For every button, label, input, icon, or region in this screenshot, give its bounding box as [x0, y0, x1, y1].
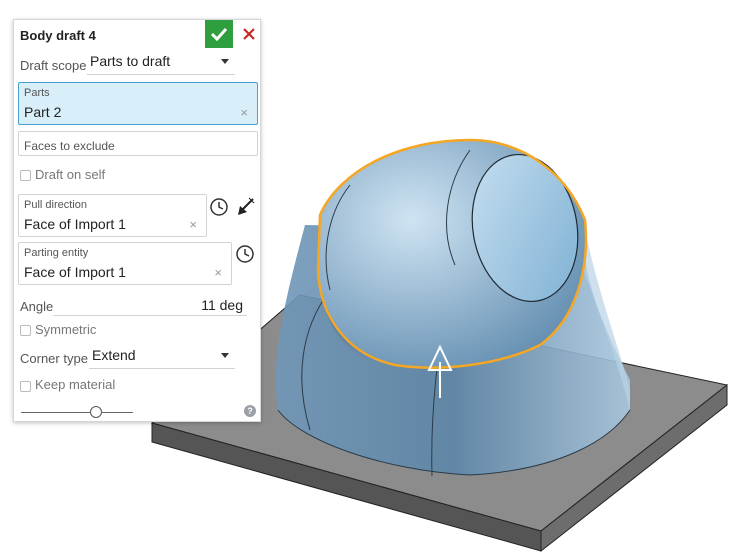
corner-type-select[interactable]: Extend [89, 347, 235, 369]
chevron-down-icon [221, 353, 229, 358]
close-icon [243, 28, 255, 40]
parting-entity-field[interactable]: Parting entity Face of Import 1 × [18, 242, 232, 285]
pull-direction-label: Pull direction [24, 199, 87, 211]
parting-entity-value: Face of Import 1 [24, 264, 126, 280]
accept-button[interactable] [205, 20, 233, 48]
parting-entity-label: Parting entity [24, 247, 89, 259]
angle-label: Angle [20, 299, 54, 314]
parting-entity-clear-icon[interactable]: × [214, 266, 222, 279]
faces-to-exclude-placeholder: Faces to exclude [24, 139, 115, 153]
parts-value: Part 2 [24, 104, 62, 120]
symmetric-checkbox[interactable] [20, 325, 31, 336]
keep-material-checkbox[interactable] [20, 381, 31, 392]
parts-field[interactable]: Parts Part 2 × [18, 82, 258, 125]
pull-direction-clear-icon[interactable]: × [189, 218, 197, 231]
pull-direction-field[interactable]: Pull direction Face of Import 1 × [18, 194, 207, 237]
body-draft-dialog: Body draft 4 Draft scope Parts to draft … [13, 19, 261, 422]
slider-knob[interactable] [89, 406, 102, 418]
opposite-direction-icon[interactable] [235, 196, 257, 218]
draft-scope-select[interactable]: Parts to draft [87, 53, 235, 75]
checkmark-icon [210, 27, 228, 41]
top-cylinder[interactable] [318, 140, 589, 368]
draft-on-self-label: Draft on self [35, 167, 106, 182]
pull-direction-value: Face of Import 1 [24, 216, 126, 232]
history-icon[interactable] [234, 243, 256, 265]
parts-clear-icon[interactable]: × [240, 106, 248, 119]
angle-value: 11 deg [201, 297, 243, 313]
faces-to-exclude-field[interactable]: Faces to exclude [18, 131, 258, 156]
corner-type-label: Corner type [20, 351, 88, 366]
parts-label: Parts [24, 87, 50, 99]
chevron-down-icon [221, 59, 229, 64]
draft-scope-value: Parts to draft [90, 53, 171, 69]
keep-material-label: Keep material [35, 377, 116, 392]
history-icon[interactable] [208, 196, 230, 218]
draft-scope-label: Draft scope [20, 58, 87, 73]
symmetric-label: Symmetric [35, 322, 97, 337]
help-icon[interactable]: ? [244, 405, 256, 417]
angle-input[interactable]: 11 deg [53, 297, 247, 316]
slider-track[interactable] [21, 412, 133, 413]
draft-on-self-checkbox[interactable] [20, 170, 31, 181]
corner-type-value: Extend [92, 347, 136, 363]
dialog-title: Body draft 4 [20, 28, 96, 43]
cancel-button[interactable] [239, 24, 259, 44]
